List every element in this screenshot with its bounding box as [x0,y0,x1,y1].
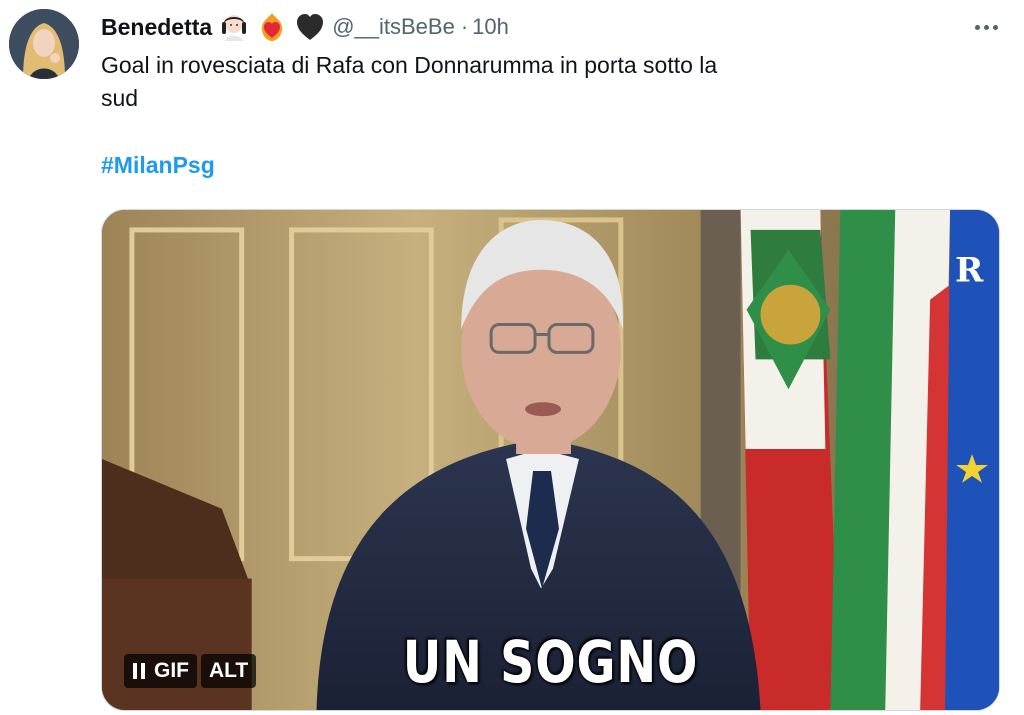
gif-badge: GIF [154,659,189,682]
svg-text:R: R [955,250,984,290]
gif-caption: UN SOGNO [402,628,699,696]
display-name[interactable]: Benedetta [101,14,212,41]
pause-icon [130,662,148,680]
timestamp[interactable]: 10h [472,14,509,40]
alt-text-button[interactable]: ALT [201,654,257,688]
hashtag-link[interactable]: #MilanPsg [101,152,215,179]
more-options-button[interactable] [968,12,1004,42]
separator-dot: · [460,14,469,39]
gif-media[interactable]: R UN SOGNO GIF ALT [101,209,1000,711]
black-heart-icon [294,11,326,43]
tweet: Benedetta @__itsBeBe · 10h Goal in roves… [0,0,1024,715]
gif-controls: GIF ALT [124,654,260,688]
more-options-icon [973,24,1000,30]
flaming-heart-icon [256,11,288,43]
tweet-text: Goal in rovesciata di Rafa con Donnarumm… [101,52,718,111]
tweet-header: Benedetta @__itsBeBe · 10h [101,10,509,44]
avatar[interactable] [9,9,79,79]
person-emoji-icon [218,11,250,43]
user-handle[interactable]: @__itsBeBe [332,14,455,40]
gif-play-pause-button[interactable]: GIF [124,654,197,688]
